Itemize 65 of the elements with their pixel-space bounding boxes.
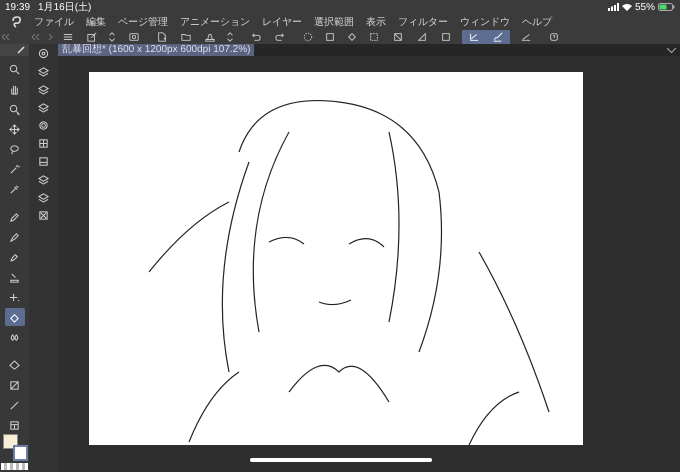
layer-icon[interactable] <box>38 84 49 95</box>
layer-icon[interactable] <box>38 66 49 77</box>
slashed-square-icon <box>393 32 403 42</box>
sub-color-swatch[interactable] <box>13 445 28 461</box>
magic-wand-icon <box>9 164 20 174</box>
menu-item[interactable]: 表示 <box>366 14 386 30</box>
pen-icon[interactable] <box>17 46 25 54</box>
brush-icon <box>493 32 503 42</box>
layer-icon[interactable] <box>38 192 49 203</box>
pencil-icon <box>9 232 20 242</box>
crossed-box-icon[interactable] <box>38 210 49 221</box>
folder-icon <box>181 32 191 42</box>
dashed-square-icon <box>369 32 379 42</box>
drops-icon <box>9 332 20 342</box>
layer-icon[interactable] <box>38 102 49 113</box>
status-date: 1月16日(土) <box>38 0 92 14</box>
menu-item[interactable]: 編集 <box>86 14 106 30</box>
line-icon <box>9 400 20 410</box>
menu-item[interactable]: レイヤー <box>262 14 302 30</box>
square-icon <box>325 32 335 42</box>
brush-button[interactable] <box>486 30 510 44</box>
menu-icon <box>63 32 73 42</box>
up-down-arrows-icon <box>107 32 117 42</box>
menu-item[interactable]: 選択範囲 <box>314 14 354 30</box>
main-color-swatch[interactable] <box>3 434 18 449</box>
menu-item[interactable]: ページ管理 <box>118 14 168 30</box>
settings-icon[interactable] <box>38 48 49 59</box>
search-icon <box>9 64 20 74</box>
pen-square-icon <box>87 32 97 42</box>
pen-nib-icon <box>9 212 20 222</box>
collapse-left-icon[interactable] <box>32 34 40 40</box>
undo-icon <box>251 32 261 42</box>
brush-tip-icon <box>9 252 20 262</box>
menu-item[interactable]: ウィンドウ <box>460 14 510 30</box>
airbrush-icon <box>9 272 20 282</box>
move-icon <box>9 124 20 134</box>
new-file-icon <box>157 32 167 42</box>
lasso-icon <box>9 144 20 154</box>
battery-percent: 55% <box>634 0 655 14</box>
status-time: 19:39 <box>5 0 30 14</box>
help-icon <box>549 32 559 42</box>
frame-icon <box>9 420 20 430</box>
menu-item[interactable]: ヘルプ <box>522 14 552 30</box>
angle-pen-icon <box>521 32 531 42</box>
square-icon <box>441 32 451 42</box>
redo-icon <box>275 32 285 42</box>
circle-icon[interactable] <box>38 120 49 131</box>
transparent-color-swatch[interactable] <box>1 463 28 470</box>
signal-icon <box>608 3 619 11</box>
menu-item[interactable]: ファイル <box>34 14 74 30</box>
menu-item[interactable]: アニメーション <box>180 14 250 30</box>
chevron-down-icon[interactable] <box>667 48 676 52</box>
collapse-left-icon[interactable] <box>2 34 10 40</box>
menu-item[interactable]: フィルター <box>398 14 448 30</box>
expand-right-icon[interactable] <box>49 34 53 40</box>
hand-icon <box>9 84 20 94</box>
up-down-arrows-icon <box>225 32 235 42</box>
eyedropper-icon <box>9 184 20 194</box>
dotted-circle-icon <box>303 32 313 42</box>
app-logo-icon[interactable] <box>10 16 22 28</box>
battery-icon <box>658 3 675 11</box>
canvas-tab[interactable]: 乱暴回想* (1600 x 1200px 600dpi 107.2%) <box>58 44 254 56</box>
layer-icon[interactable] <box>38 174 49 185</box>
wifi-icon <box>622 3 632 11</box>
grid-icon[interactable] <box>38 138 49 149</box>
